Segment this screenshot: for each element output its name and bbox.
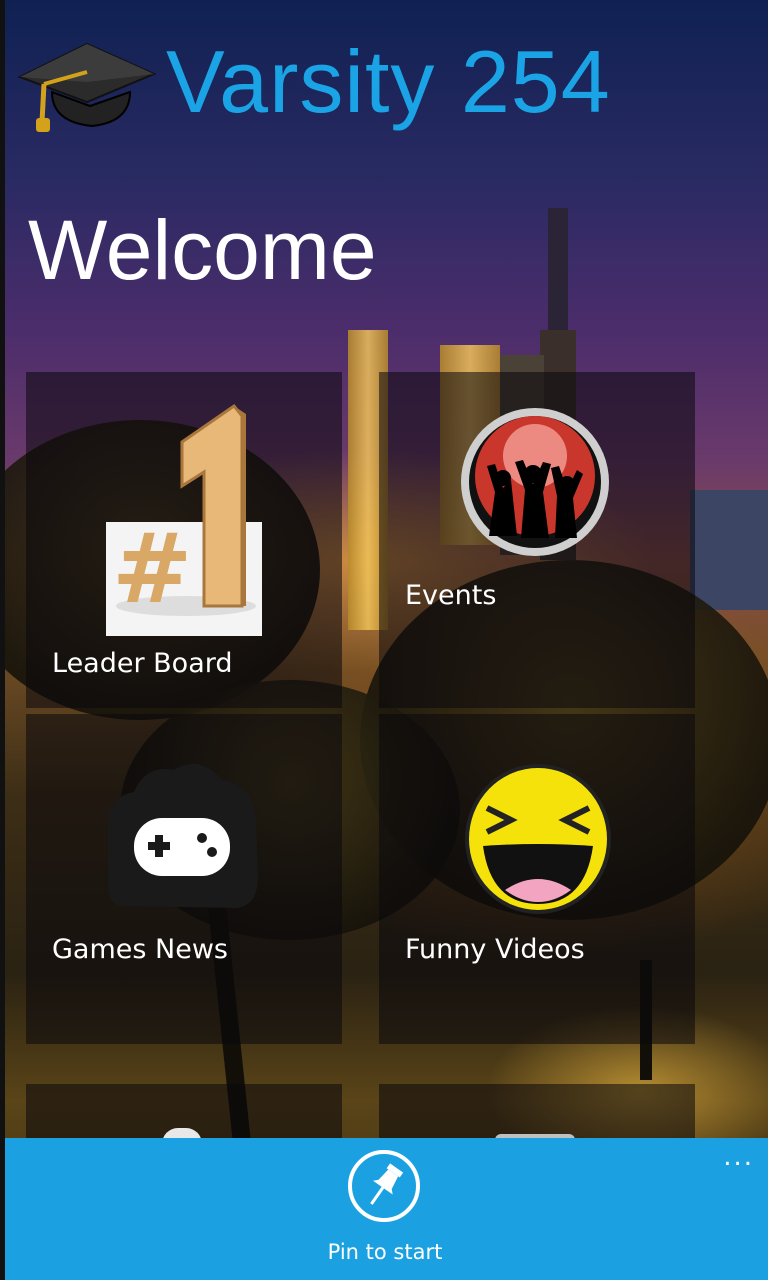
tile-label: Games News (52, 934, 228, 965)
tile-events[interactable]: Events (379, 372, 695, 708)
laughing-face-icon (465, 764, 611, 914)
tile-funny-videos[interactable]: Funny Videos (379, 714, 695, 1044)
tile-partial-right[interactable] (379, 1084, 695, 1144)
app-title: Varsity 254 (166, 32, 611, 131)
tile-games-news[interactable]: Games News (26, 714, 342, 1044)
tile-partial-left[interactable] (26, 1084, 342, 1144)
tile-label: Events (405, 580, 497, 611)
app-header: Varsity 254 (12, 22, 611, 142)
tile-leader-board[interactable]: # Leader Board (26, 372, 342, 708)
tile-label: Leader Board (52, 648, 233, 679)
page-title: Welcome (28, 203, 377, 297)
tile-label: Funny Videos (405, 934, 585, 965)
party-crowd-icon (459, 406, 611, 558)
pin-to-start-button[interactable]: Pin to start (325, 1150, 445, 1270)
more-options-icon[interactable]: ... (723, 1144, 754, 1170)
gamepad-icon (104, 756, 264, 926)
screen-edge (0, 0, 5, 1280)
app-bar: ... Pin to start (5, 1138, 768, 1280)
graduation-cap-icon (12, 22, 162, 142)
pin-icon (348, 1150, 420, 1222)
number-one-trophy-icon: # (106, 402, 262, 636)
pin-label: Pin to start (327, 1240, 443, 1264)
svg-text:#: # (112, 513, 192, 625)
